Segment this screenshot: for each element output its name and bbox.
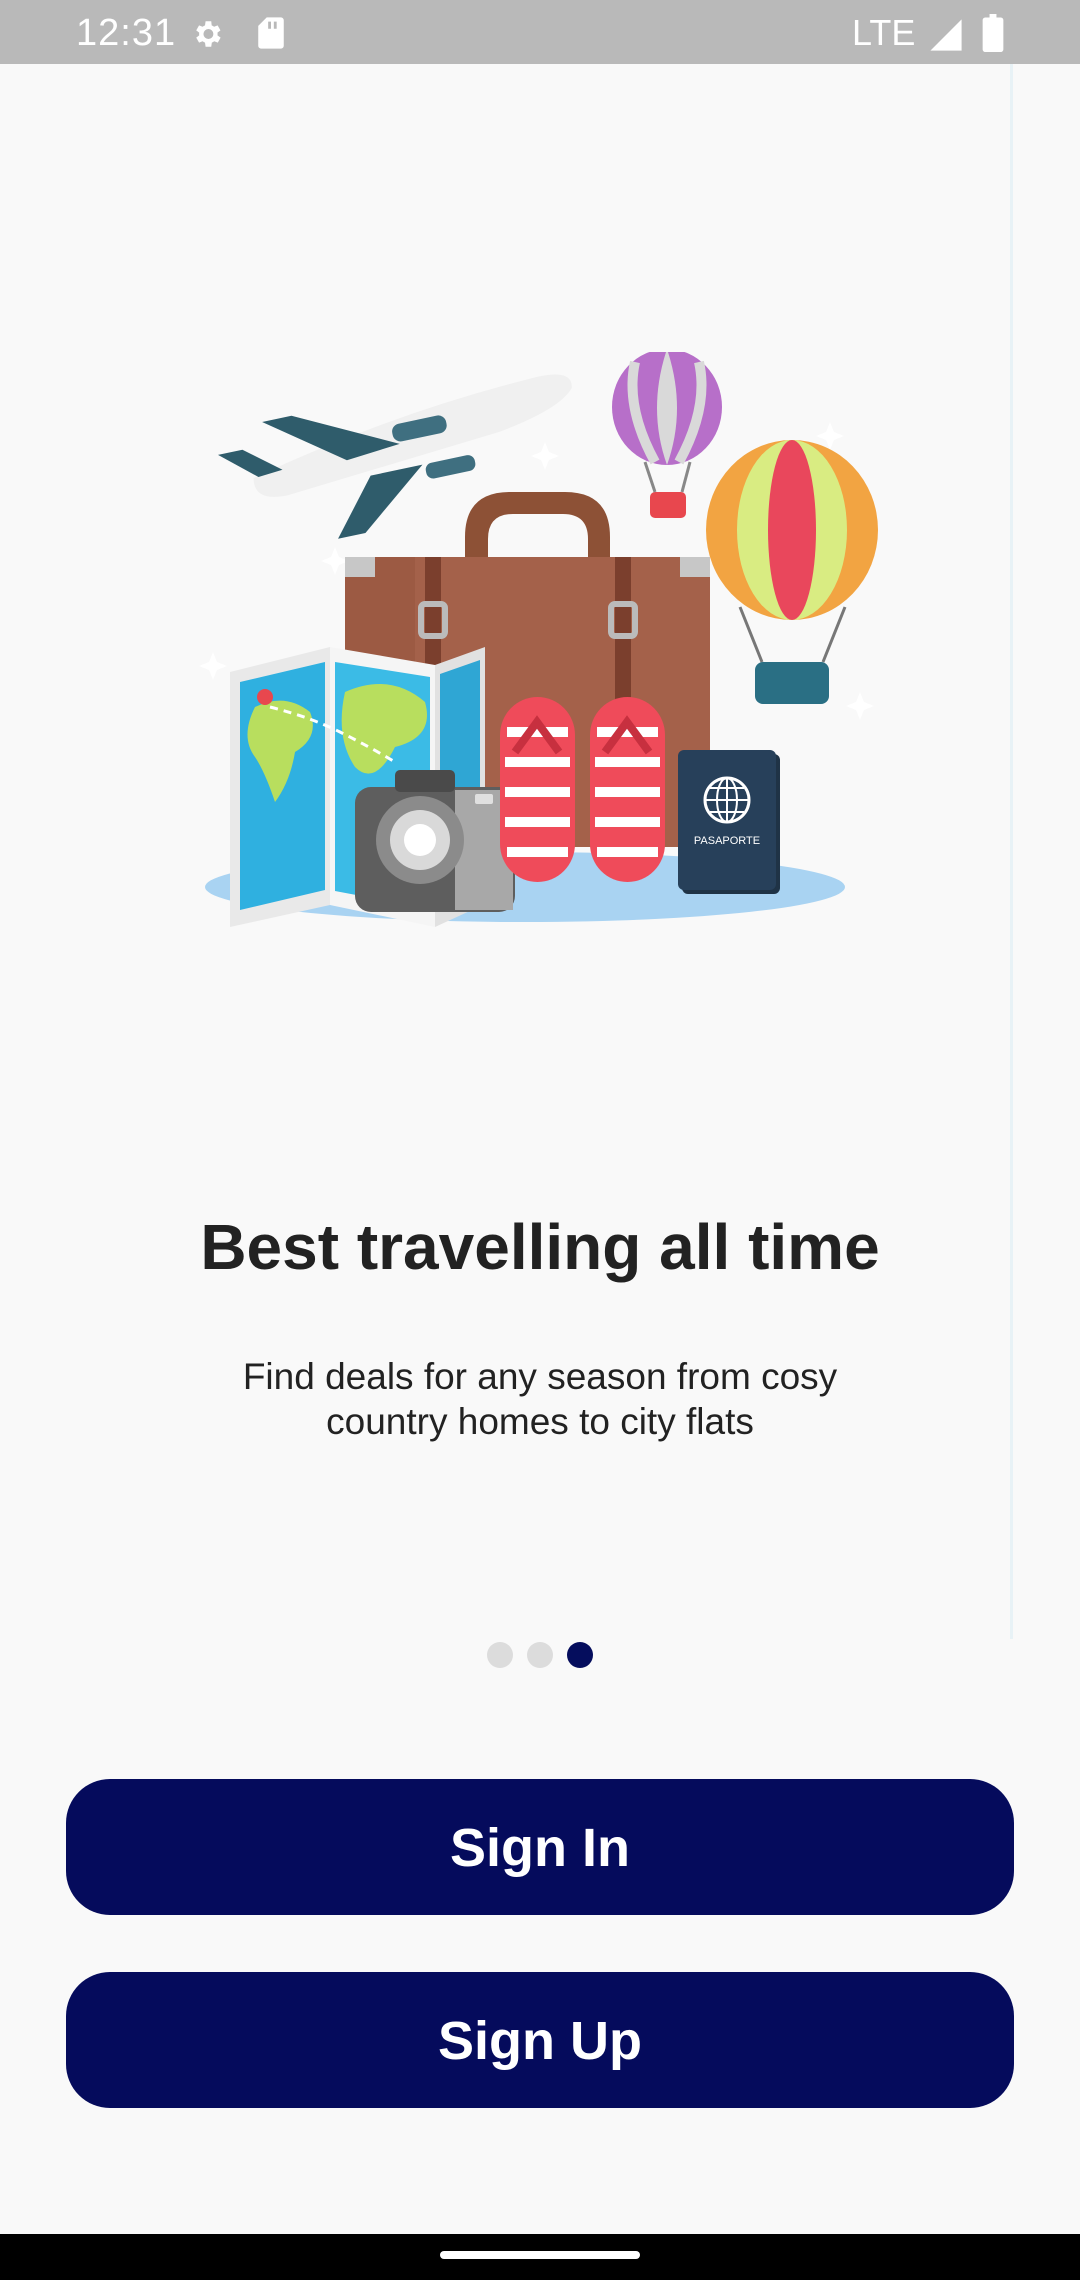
battery-icon xyxy=(982,14,1004,52)
page-dot-active[interactable] xyxy=(567,1642,593,1668)
onboarding-title: Best travelling all time xyxy=(200,1211,880,1283)
sd-card-icon xyxy=(258,17,284,49)
page-dot[interactable] xyxy=(487,1642,513,1668)
status-time: 12:31 xyxy=(76,12,177,54)
page-dot[interactable] xyxy=(527,1642,553,1668)
sign-in-button[interactable]: Sign In xyxy=(66,1779,1014,1915)
status-bar: 12:31 LTE xyxy=(0,0,1080,64)
navigation-bar xyxy=(0,2234,1080,2280)
onboarding-subtitle: Find deals for any season from cosy coun… xyxy=(242,1356,838,1442)
pager-edge xyxy=(1010,64,1013,1639)
sign-up-button[interactable]: Sign Up xyxy=(66,1972,1014,2108)
travel-illustration: PASAPORTE xyxy=(199,352,878,927)
gear-icon xyxy=(196,21,221,47)
home-gesture-handle[interactable] xyxy=(440,2251,640,2259)
svg-text:PASAPORTE: PASAPORTE xyxy=(694,835,760,847)
signal-icon xyxy=(930,19,962,51)
network-type: LTE xyxy=(852,12,916,53)
page-indicator xyxy=(0,1642,1080,1670)
